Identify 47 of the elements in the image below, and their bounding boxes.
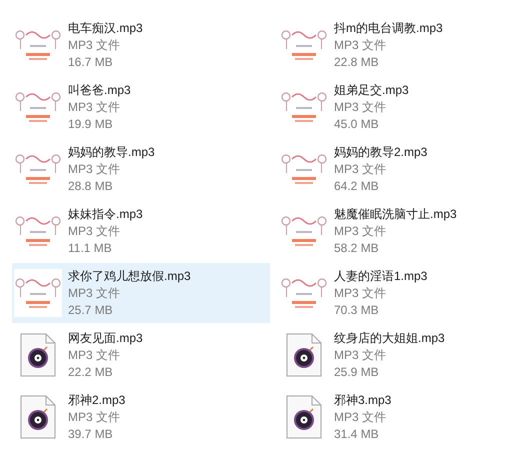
file-type: MP3 文件 (68, 346, 122, 364)
file-name: 姐弟足交.mp3 (334, 82, 409, 98)
music-file-icon (286, 395, 322, 439)
file-name: 求你了鸡儿想放假.mp3 (68, 268, 191, 284)
file-size: 25.9 MB (334, 364, 380, 380)
file-name: 人妻的淫语1.mp3 (334, 268, 428, 284)
file-type: MP3 文件 (334, 284, 388, 302)
music-file-icon (20, 333, 56, 377)
file-size: 19.9 MB (68, 116, 114, 132)
file-name: 电车痴汉.mp3 (68, 20, 143, 36)
file-name: 妹妹指令.mp3 (68, 206, 143, 222)
file-size: 22.2 MB (68, 364, 114, 380)
file-type: MP3 文件 (334, 98, 388, 116)
file-type: MP3 文件 (68, 160, 122, 178)
file-type: MP3 文件 (68, 36, 122, 54)
file-size: 39.7 MB (68, 426, 114, 442)
file-size: 70.3 MB (334, 302, 380, 318)
file-type: MP3 文件 (334, 222, 388, 240)
file-name: 妈妈的教导2.mp3 (334, 144, 428, 160)
file-name: 邪神2.mp3 (68, 392, 126, 408)
file-size: 28.8 MB (68, 178, 114, 194)
file-type: MP3 文件 (68, 284, 122, 302)
file-item[interactable]: 求你了鸡儿想放假.mp3 MP3 文件 25.7 MB (12, 263, 270, 323)
file-type: MP3 文件 (68, 222, 122, 240)
file-name: 魅魔催眠洗脑寸止.mp3 (334, 206, 457, 222)
file-name: 叫爸爸.mp3 (68, 82, 131, 98)
file-size: 16.7 MB (68, 54, 114, 70)
file-size: 11.1 MB (68, 240, 113, 256)
file-name: 妈妈的教导.mp3 (68, 144, 155, 160)
music-file-icon (20, 395, 56, 439)
file-name: 邪神3.mp3 (334, 392, 392, 408)
file-type: MP3 文件 (334, 346, 388, 364)
file-size: 45.0 MB (334, 116, 380, 132)
file-type: MP3 文件 (68, 408, 122, 426)
file-name: 纹身店的大姐姐.mp3 (334, 330, 445, 346)
file-type: MP3 文件 (68, 98, 122, 116)
file-size: 64.2 MB (334, 178, 380, 194)
file-type: MP3 文件 (334, 160, 388, 178)
file-type: MP3 文件 (334, 408, 388, 426)
file-name: 抖m的电台调教.mp3 (334, 20, 443, 36)
file-size: 22.8 MB (334, 54, 380, 70)
file-name: 网友见面.mp3 (68, 330, 143, 346)
file-type: MP3 文件 (334, 36, 388, 54)
file-size: 58.2 MB (334, 240, 380, 256)
file-size: 31.4 MB (334, 426, 380, 442)
music-file-icon (286, 333, 322, 377)
file-size: 25.7 MB (68, 302, 114, 318)
